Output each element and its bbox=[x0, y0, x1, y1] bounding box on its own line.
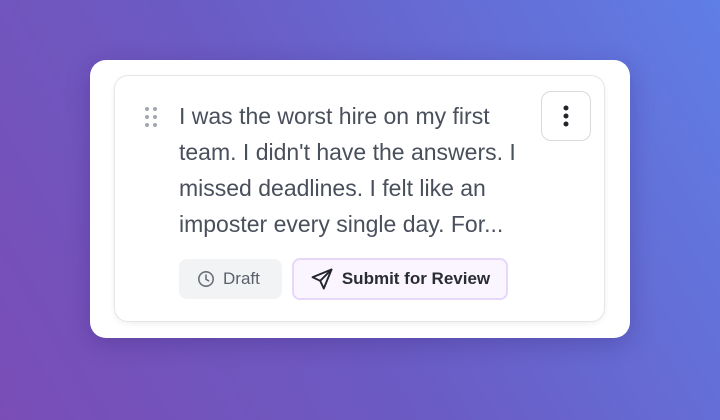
post-preview-text: I was the worst hire on my first team. I… bbox=[179, 103, 516, 237]
status-badge: Draft bbox=[179, 259, 282, 299]
post-card[interactable]: I was the worst hire on my first team. I… bbox=[114, 75, 605, 322]
more-options-button[interactable] bbox=[541, 91, 591, 141]
status-badge-label: Draft bbox=[223, 269, 260, 288]
post-actions: Draft Submit for Review bbox=[179, 258, 509, 300]
drag-handle-icon[interactable] bbox=[144, 106, 158, 128]
send-icon bbox=[310, 267, 334, 291]
submit-button-label: Submit for Review bbox=[341, 269, 491, 288]
clock-icon bbox=[197, 270, 215, 288]
post-list-panel: I was the worst hire on my first team. I… bbox=[90, 60, 630, 338]
submit-for-review-button[interactable]: Submit for Review bbox=[291, 258, 509, 300]
more-vertical-icon bbox=[563, 105, 569, 127]
